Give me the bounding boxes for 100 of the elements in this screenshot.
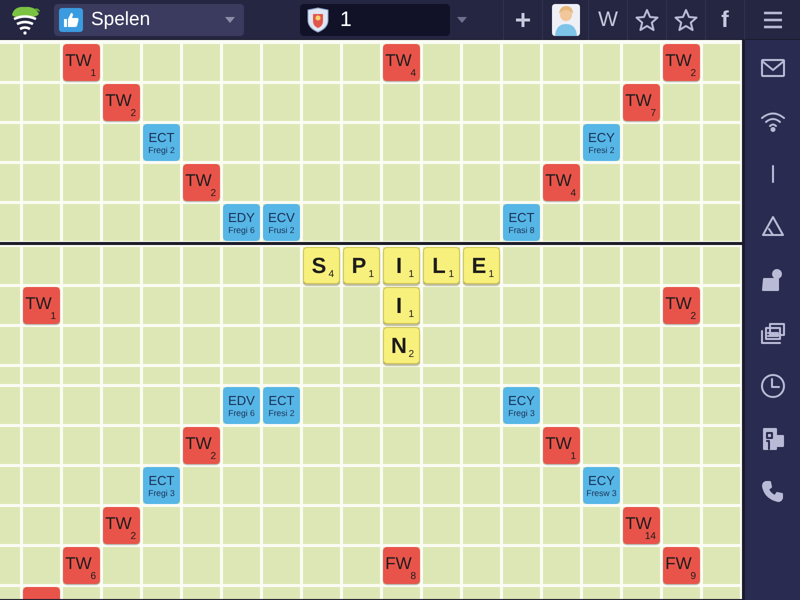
premium-label: TW	[65, 50, 92, 70]
board-square	[423, 84, 460, 121]
board-square	[623, 247, 660, 284]
letter-tile[interactable]: I 1	[383, 287, 420, 324]
premium-number: 2	[690, 311, 696, 322]
board-square	[623, 204, 660, 241]
board-square	[103, 547, 140, 584]
board-square	[103, 247, 140, 284]
letter-tile[interactable]: I 1	[383, 247, 420, 284]
board-square	[423, 367, 460, 384]
bonus-caption: Frasi 8	[508, 224, 534, 234]
board-square	[343, 547, 380, 584]
board-square	[463, 164, 500, 201]
board-square	[703, 124, 740, 161]
board-square	[543, 247, 580, 284]
board-square	[143, 204, 180, 241]
tile-points: 1	[408, 309, 414, 320]
board-square	[543, 387, 580, 424]
board-square	[303, 124, 340, 161]
board-square	[143, 44, 180, 81]
board-square	[183, 467, 220, 504]
board-square	[303, 507, 340, 544]
caret-icon	[224, 16, 236, 24]
board-square	[343, 467, 380, 504]
board-square	[263, 247, 300, 284]
premium-number: 2	[130, 108, 136, 119]
board-square	[583, 547, 620, 584]
bonus-label: EDY	[228, 210, 255, 224]
premium-label: TW	[545, 170, 572, 190]
board-square	[583, 387, 620, 424]
board-square	[143, 84, 180, 121]
board-square	[263, 124, 300, 161]
board-square	[183, 547, 220, 584]
board-square	[23, 507, 60, 544]
board-square	[503, 427, 540, 464]
board-square	[143, 287, 180, 324]
board-square	[0, 547, 20, 584]
board-square	[103, 287, 140, 324]
board-square	[623, 387, 660, 424]
board-square	[463, 547, 500, 584]
board-square	[663, 84, 700, 121]
board-square	[703, 467, 740, 504]
board-square	[543, 287, 580, 324]
board-square	[0, 287, 20, 324]
board-square	[103, 164, 140, 201]
board-square	[263, 84, 300, 121]
board-square	[543, 44, 580, 81]
board-square	[423, 467, 460, 504]
board-square	[343, 367, 380, 384]
menu-icon	[762, 10, 782, 28]
board-square	[423, 287, 460, 324]
board-square	[463, 44, 500, 81]
board-square	[223, 247, 260, 284]
premium-number: 2	[690, 68, 696, 79]
tile-letter: P	[352, 252, 366, 278]
tile-letter: N	[391, 332, 407, 358]
app-menu-dropdown[interactable]: Spelen	[54, 4, 244, 36]
board-square	[63, 427, 100, 464]
caret-icon[interactable]	[456, 16, 468, 24]
board-square	[63, 164, 100, 201]
board-square	[23, 367, 60, 384]
premium-number: 1	[570, 451, 576, 462]
board-square	[703, 204, 740, 241]
board-square	[23, 164, 60, 201]
board-square	[703, 84, 740, 121]
premium-number: 8	[410, 571, 416, 582]
board-square	[503, 287, 540, 324]
board-square	[23, 467, 60, 504]
board-square	[623, 44, 660, 81]
board-square	[223, 84, 260, 121]
board-square	[703, 387, 740, 424]
board-square	[143, 427, 180, 464]
board-square	[63, 367, 100, 384]
board-square	[543, 467, 580, 504]
board-square	[343, 327, 380, 364]
game-selector-field[interactable]: 1	[300, 4, 450, 36]
board-square	[423, 327, 460, 364]
bonus-caption: Fresw 3	[586, 488, 617, 498]
board-square	[583, 44, 620, 81]
board-square	[383, 164, 420, 201]
board-square	[303, 44, 340, 81]
board-square	[23, 247, 60, 284]
star-icon	[635, 8, 659, 32]
clock-icon[interactable]	[758, 372, 786, 400]
board-square	[703, 44, 740, 81]
board-square	[423, 547, 460, 584]
tile-letter: E	[472, 252, 486, 278]
board-square	[503, 44, 540, 81]
board-square	[63, 287, 100, 324]
board-square	[23, 44, 60, 81]
board-square	[263, 164, 300, 201]
board-square	[303, 84, 340, 121]
board-square	[103, 327, 140, 364]
board-square	[103, 44, 140, 81]
board-square	[623, 124, 660, 161]
avatar-icon	[552, 4, 580, 36]
board-square	[303, 204, 340, 241]
board-square	[503, 367, 540, 384]
board-square	[663, 427, 700, 464]
board-square	[23, 387, 60, 424]
